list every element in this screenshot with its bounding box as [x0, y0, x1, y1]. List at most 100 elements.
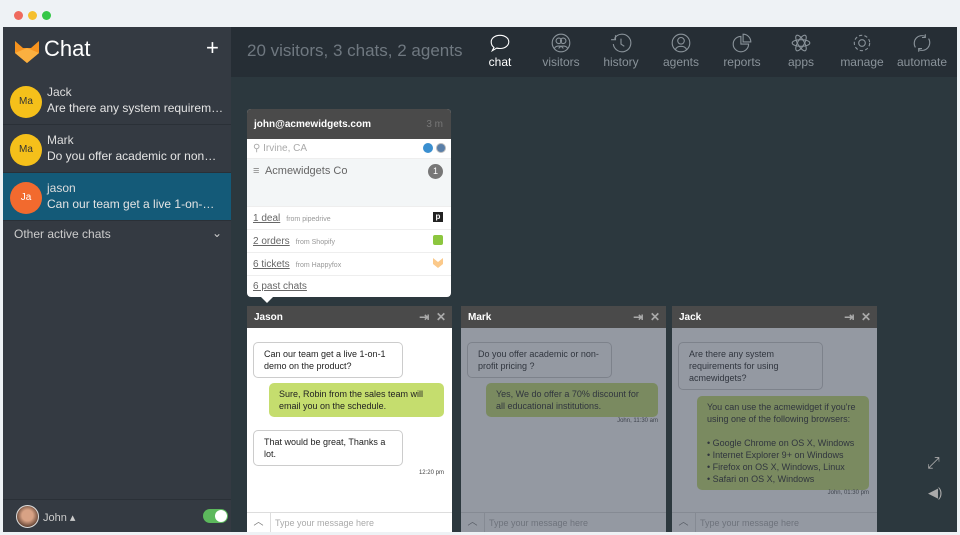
visitor-info-card: john@acmewidgets.com 3 m ⚲ Irvine, CA ≡ A… [247, 109, 451, 303]
visitor-time: 3 m [426, 119, 443, 130]
nav-label: history [603, 55, 639, 69]
chat-window-mark: Mark ⇥ ✕ Do you offer academic or non-pr… [461, 306, 666, 532]
speaker-icon[interactable]: ◀) [928, 485, 942, 501]
visitor-email: john@acmewidgets.com [254, 119, 371, 130]
chat-window-title: Jack [679, 312, 702, 323]
nav-chat[interactable]: chat [470, 33, 530, 69]
nav-manage[interactable]: manage [832, 33, 892, 69]
app-window: Chat + Ma Jack Are there any system requ… [3, 27, 957, 532]
chat-preview: Can our team get a live 1-on-… [47, 197, 215, 211]
integration-source: from Happyfox [295, 262, 342, 269]
stats-summary: 20 visitors, 3 chats, 2 agents [247, 41, 463, 60]
close-window-button[interactable] [14, 11, 23, 20]
chat-window-title: Jason [254, 312, 283, 323]
message-time: John, 11:30 am [617, 418, 658, 424]
status-toggle[interactable] [203, 509, 228, 523]
close-icon[interactable]: ✕ [650, 310, 660, 324]
sidebar: Chat + Ma Jack Are there any system requ… [3, 27, 231, 532]
os-icon [423, 143, 433, 153]
minimize-window-button[interactable] [28, 11, 37, 20]
message-input[interactable]: ︿ Type your message here [461, 512, 666, 532]
message-placeholder: Type your message here [489, 518, 589, 528]
chat-window-header: Jason ⇥ ✕ [247, 306, 452, 328]
shopify-icon [433, 235, 443, 245]
chat-window-jason: Jason ⇥ ✕ Can our team get a live 1-on-1… [247, 306, 452, 532]
nav-history[interactable]: history [591, 33, 651, 69]
nav-label: automate [896, 55, 948, 69]
message-input[interactable]: ︿ Type your message here [672, 512, 877, 532]
message-input[interactable]: ︿ Type your message here [247, 512, 452, 532]
nav-reports[interactable]: reports [712, 33, 772, 69]
message-time: John, 01:30 pm [827, 490, 869, 496]
visitor-location: Irvine, CA [263, 143, 308, 154]
integration-source: from pipedrive [286, 216, 331, 223]
chat-name: Mark [47, 133, 74, 147]
chat-list-item[interactable]: Ma Mark Do you offer academic or non… [3, 125, 231, 173]
nav-label: apps [787, 55, 815, 69]
transfer-icon[interactable]: ⇥ [419, 310, 429, 324]
browser-list-item: • Internet Explorer 9+ on Windows [707, 450, 844, 460]
visitor-message: Can our team get a live 1-on-1 demo on t… [253, 342, 403, 378]
message-text: Are there any system requirements for us… [689, 349, 779, 383]
visitor-message: Do you offer academic or non-profit pric… [467, 342, 612, 378]
nav-visitors[interactable]: visitors [531, 33, 591, 69]
browser-icon [436, 143, 446, 153]
sidebar-footer: John ▴ [3, 499, 231, 532]
past-chats-link[interactable]: 6 past chats [253, 281, 307, 292]
close-icon[interactable]: ✕ [861, 310, 871, 324]
browser-list-item: • Safari on OS X, Windows [707, 474, 815, 484]
message-text: Yes, We do offer a 70% discount for all … [496, 389, 639, 411]
nav-label: chat [488, 55, 512, 69]
clock-icon [611, 33, 632, 53]
chat-preview: Are there any system requirem… [47, 101, 224, 115]
chat-list-item[interactable]: Ma Jack Are there any system requirem… [3, 77, 231, 125]
nav-agents[interactable]: agents [651, 33, 711, 69]
chat-window-header: Mark ⇥ ✕ [461, 306, 666, 328]
visitor-email-header: john@acmewidgets.com 3 m [247, 109, 451, 139]
refresh-icon [913, 34, 931, 52]
other-active-chats[interactable]: Other active chats [14, 227, 111, 241]
nav-label: manage [840, 55, 884, 69]
app-title: Chat [44, 36, 91, 61]
message-time: 12:20 pm [418, 470, 444, 476]
transfer-icon[interactable]: ⇥ [844, 310, 854, 324]
expand-icon[interactable]: ⤢ [927, 455, 940, 473]
speech-bubble-icon [490, 34, 510, 53]
user-name: John [43, 512, 67, 524]
company-name: Acmewidgets Co [264, 165, 348, 177]
company-row: ≡ Acmewidgets Co 1 [247, 159, 451, 207]
integration-link[interactable]: 1 deal [253, 213, 280, 224]
integration-row: 6 tickets from Happyfox [247, 253, 451, 276]
chevron-down-icon[interactable]: ⌄ [212, 226, 222, 240]
close-icon[interactable]: ✕ [436, 310, 446, 324]
nav-automate[interactable]: automate [892, 33, 952, 69]
chevron-up-icon[interactable]: ︿ [461, 513, 485, 532]
card-pointer [261, 297, 273, 303]
browser-list-item: • Firefox on OS X, Windows, Linux [707, 462, 845, 472]
message-text: You can use the acmewidget if you're usi… [707, 402, 856, 424]
pie-chart-icon [732, 33, 752, 53]
message-text: That would be great, Thanks a lot. [264, 437, 386, 459]
message-placeholder: Type your message here [275, 518, 375, 528]
chevron-up-icon[interactable]: ︿ [672, 513, 696, 532]
chat-window-header: Jack ⇥ ✕ [672, 306, 877, 328]
chat-list-item[interactable]: Ja jason Can our team get a live 1-on-… [3, 173, 231, 221]
message-placeholder: Type your message here [700, 518, 800, 528]
atom-icon [791, 34, 811, 52]
visitors-icon [551, 33, 571, 53]
company-count-badge: 1 [428, 164, 443, 179]
chevron-up-icon[interactable]: ︿ [247, 513, 271, 532]
nav-apps[interactable]: apps [771, 33, 831, 69]
pipedrive-icon: p [433, 212, 443, 222]
message-text: Sure, Robin from the sales team will ema… [279, 389, 424, 411]
integration-row: 2 orders from Shopify [247, 230, 451, 253]
maximize-window-button[interactable] [42, 11, 51, 20]
integration-link[interactable]: 2 orders [253, 236, 290, 247]
nav-label: reports [723, 55, 761, 69]
avatar[interactable] [16, 505, 39, 528]
transfer-icon[interactable]: ⇥ [633, 310, 643, 324]
integration-link[interactable]: 6 tickets [253, 259, 290, 270]
new-chat-button[interactable]: + [206, 35, 219, 61]
avatar: Ja [10, 182, 42, 214]
user-menu[interactable]: John ▴ [43, 511, 75, 524]
